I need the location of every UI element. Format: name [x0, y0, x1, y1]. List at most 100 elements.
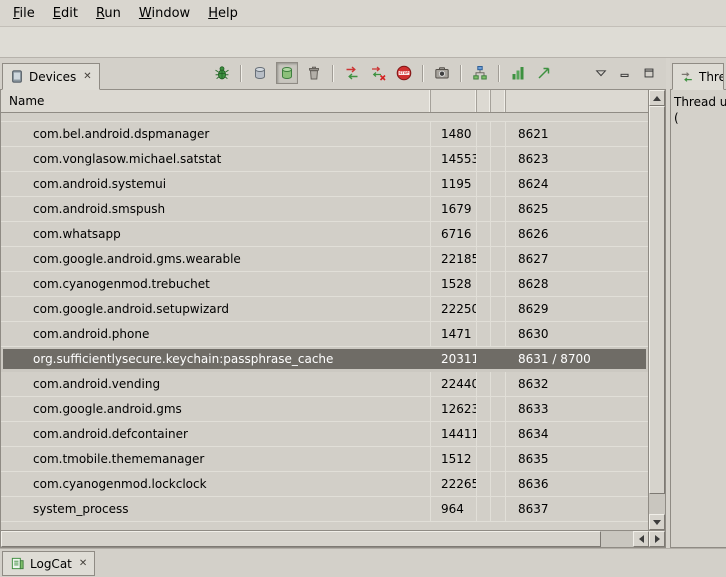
partial-row: [1, 113, 648, 122]
menu-item-help[interactable]: Help: [199, 2, 247, 25]
table-row[interactable]: com.android.smspush 1679 8625: [1, 197, 648, 222]
tab-devices-close-icon[interactable]: ✕: [83, 71, 91, 82]
column-header-port[interactable]: [506, 90, 648, 112]
device-cell-empty2: [491, 172, 506, 196]
dump-icon[interactable]: [534, 63, 554, 83]
tab-logcat[interactable]: LogCat ✕: [2, 551, 95, 576]
device-port: 8621: [506, 122, 648, 146]
device-port: 8631 / 8700: [506, 347, 648, 371]
update-threads-icon[interactable]: [342, 63, 362, 83]
device-name: com.cyanogenmod.trebuchet: [1, 272, 431, 296]
device-pid: 1528: [431, 272, 477, 296]
device-name: com.android.smspush: [1, 197, 431, 221]
device-pid: 22265: [431, 472, 477, 496]
column-header-empty2[interactable]: [491, 90, 506, 112]
hierarchy-icon[interactable]: [470, 63, 490, 83]
scroll-left-button[interactable]: [633, 531, 649, 547]
horizontal-scroll-track[interactable]: [1, 531, 633, 547]
devices-toolbar: STOP: [212, 62, 664, 89]
scroll-right-button[interactable]: [649, 531, 665, 547]
screenshot-icon[interactable]: [432, 63, 452, 83]
tab-devices[interactable]: Devices ✕: [2, 63, 100, 90]
device-port: 8633: [506, 397, 648, 421]
table-row[interactable]: system_process 964 8637: [1, 497, 648, 522]
column-header-empty1[interactable]: [477, 90, 491, 112]
device-pid: 22185: [431, 247, 477, 271]
device-port: 8635: [506, 447, 648, 471]
tab-devices-label: Devices: [29, 70, 76, 84]
threads-panel: Threads Thread up (: [670, 58, 726, 548]
device-cell-empty2: [491, 497, 506, 521]
vertical-scroll-thumb[interactable]: [649, 106, 665, 494]
device-port: 8634: [506, 422, 648, 446]
table-row[interactable]: com.android.defcontainer 14411 8634: [1, 422, 648, 447]
threads-message-line1: Thread up: [674, 94, 726, 110]
vertical-scrollbar[interactable]: [648, 90, 665, 530]
gc-icon[interactable]: [304, 63, 324, 83]
device-pid: 22250: [431, 297, 477, 321]
menu-item-run[interactable]: Run: [87, 2, 130, 25]
tab-threads[interactable]: Threads: [672, 63, 724, 90]
horizontal-scrollbar[interactable]: [1, 530, 665, 547]
stop-profiling-icon[interactable]: [368, 63, 388, 83]
device-pid: 1195: [431, 172, 477, 196]
scroll-down-button[interactable]: [649, 514, 665, 530]
device-cell-empty2: [491, 297, 506, 321]
table-row[interactable]: com.android.vending 22440 8632: [1, 372, 648, 397]
table-row[interactable]: com.android.systemui 1195 8624: [1, 172, 648, 197]
method-profiling-icon[interactable]: [508, 63, 528, 83]
device-cell-empty2: [491, 347, 506, 371]
heap-icon[interactable]: [250, 63, 270, 83]
table-row[interactable]: com.google.android.gms 12623 8633: [1, 397, 648, 422]
tab-threads-label: Threads: [699, 70, 724, 84]
update-heap-icon[interactable]: [276, 62, 298, 84]
table-row[interactable]: com.vonglasow.michael.satstat 14553 8623: [1, 147, 648, 172]
table-row[interactable]: com.cyanogenmod.lockclock 22265 8636: [1, 472, 648, 497]
scroll-up-button[interactable]: [649, 90, 665, 106]
device-cell-empty2: [491, 447, 506, 471]
device-table-body: com.bel.android.dspmanager 1480 8621 com…: [1, 113, 648, 530]
device-port: 8630: [506, 322, 648, 346]
table-row[interactable]: com.google.android.gms.wearable 22185 86…: [1, 247, 648, 272]
toolbar-separator: [460, 65, 462, 82]
device-cell-empty2: [491, 397, 506, 421]
maximize-icon[interactable]: [640, 64, 658, 82]
threads-content: Thread up (: [670, 90, 726, 548]
device-cell-empty1: [477, 172, 491, 196]
column-header-name[interactable]: Name: [1, 90, 431, 112]
table-row[interactable]: org.sufficientlysecure.keychain:passphra…: [1, 347, 648, 372]
minimize-icon[interactable]: [616, 64, 634, 82]
vertical-scroll-track[interactable]: [649, 106, 665, 514]
arrow-right-icon: [655, 535, 660, 543]
device-cell-empty2: [491, 147, 506, 171]
table-row[interactable]: com.bel.android.dspmanager 1480 8621: [1, 122, 648, 147]
table-row[interactable]: com.android.phone 1471 8630: [1, 322, 648, 347]
debug-icon[interactable]: [212, 63, 232, 83]
tab-logcat-close-icon[interactable]: ✕: [79, 558, 87, 569]
devices-tabbar: Devices ✕: [0, 58, 666, 90]
device-table-header: Name: [1, 90, 648, 113]
toolbar-separator: [422, 65, 424, 82]
menu-item-window[interactable]: Window: [130, 2, 199, 25]
threads-icon: [680, 70, 694, 84]
device-cell-empty1: [477, 297, 491, 321]
device-cell-empty1: [477, 122, 491, 146]
device-port: 8623: [506, 147, 648, 171]
device-cell-empty2: [491, 372, 506, 396]
column-header-pid[interactable]: [431, 90, 477, 112]
table-row[interactable]: com.cyanogenmod.trebuchet 1528 8628: [1, 272, 648, 297]
arrow-up-icon: [653, 96, 661, 101]
menu-item-edit[interactable]: Edit: [44, 2, 87, 25]
stop-process-icon[interactable]: STOP: [394, 63, 414, 83]
table-row[interactable]: com.tmobile.thememanager 1512 8635: [1, 447, 648, 472]
table-row[interactable]: com.google.android.setupwizard 22250 862…: [1, 297, 648, 322]
device-cell-empty1: [477, 447, 491, 471]
device-cell-empty2: [491, 222, 506, 246]
view-menu-icon[interactable]: [592, 64, 610, 82]
menu-item-file[interactable]: File: [4, 2, 44, 25]
device-cell-empty2: [491, 422, 506, 446]
device-cell-empty1: [477, 197, 491, 221]
table-row[interactable]: com.whatsapp 6716 8626: [1, 222, 648, 247]
device-cell-empty2: [491, 122, 506, 146]
horizontal-scroll-thumb[interactable]: [1, 531, 601, 547]
